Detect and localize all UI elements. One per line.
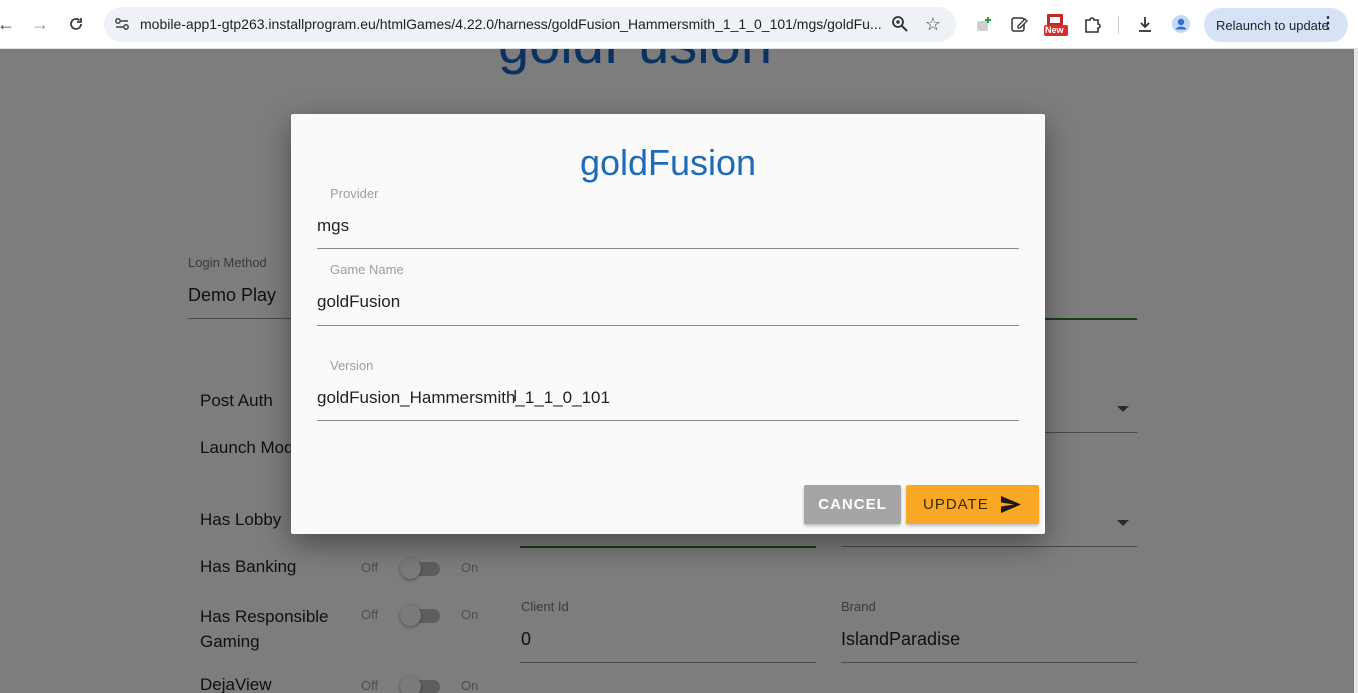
update-button-label: UPDATE bbox=[923, 496, 989, 513]
update-button[interactable]: UPDATE bbox=[906, 485, 1039, 524]
extension-plus-icon[interactable] bbox=[970, 10, 998, 38]
text-cursor-icon: I bbox=[513, 388, 518, 405]
toolbar-divider bbox=[1118, 16, 1119, 34]
zoom-icon[interactable] bbox=[886, 10, 914, 38]
news-extension-icon[interactable]: New bbox=[1041, 10, 1071, 38]
new-badge: New bbox=[1045, 25, 1064, 35]
cancel-button[interactable]: CANCEL bbox=[804, 485, 901, 524]
provider-input[interactable]: mgs bbox=[317, 216, 349, 236]
version-input[interactable]: goldFusion_Hammersmith_1_1_0_101 bbox=[317, 388, 610, 408]
game-name-label: Game Name bbox=[330, 262, 404, 277]
relaunch-button[interactable]: Relaunch to update ⋮ bbox=[1204, 8, 1348, 42]
download-icon[interactable] bbox=[1131, 10, 1159, 38]
extensions-puzzle-icon[interactable] bbox=[1078, 10, 1106, 38]
dialog-title: goldFusion bbox=[579, 142, 757, 183]
game-name-field[interactable]: Game Name goldFusion bbox=[317, 261, 1019, 326]
version-label: Version bbox=[330, 358, 374, 373]
send-icon bbox=[1001, 496, 1021, 513]
profile-avatar-icon[interactable] bbox=[1167, 10, 1195, 38]
url-text: mobile-app1-gtp263.installprogram.eu/htm… bbox=[140, 16, 882, 32]
game-name-underline bbox=[317, 325, 1019, 326]
site-settings-icon[interactable] bbox=[112, 14, 132, 34]
relaunch-label: Relaunch to update bbox=[1216, 17, 1329, 33]
bookmark-star-icon[interactable]: ☆ bbox=[919, 10, 947, 38]
back-icon[interactable]: ← bbox=[0, 10, 20, 38]
address-bar[interactable]: mobile-app1-gtp263.installprogram.eu/htm… bbox=[104, 7, 956, 42]
reload-icon[interactable] bbox=[62, 10, 90, 38]
forward-icon[interactable]: → bbox=[26, 10, 54, 38]
game-name-input[interactable]: goldFusion bbox=[317, 292, 400, 312]
version-underline bbox=[317, 420, 1019, 421]
menu-dots-icon[interactable]: ⋮ bbox=[1320, 16, 1336, 32]
provider-label: Provider bbox=[330, 186, 379, 201]
page-scrollbar[interactable] bbox=[1354, 49, 1358, 693]
browser-toolbar: ← → mobile-app1-gtp263.installprogram.eu… bbox=[0, 0, 1358, 49]
edit-game-dialog: goldFusion Provider mgs Game Name goldFu… bbox=[291, 114, 1045, 534]
version-field[interactable]: Version goldFusion_Hammersmith_1_1_0_101 bbox=[317, 357, 1019, 422]
provider-field[interactable]: Provider mgs bbox=[317, 184, 1019, 249]
provider-underline bbox=[317, 248, 1019, 249]
edit-icon[interactable] bbox=[1005, 10, 1033, 38]
